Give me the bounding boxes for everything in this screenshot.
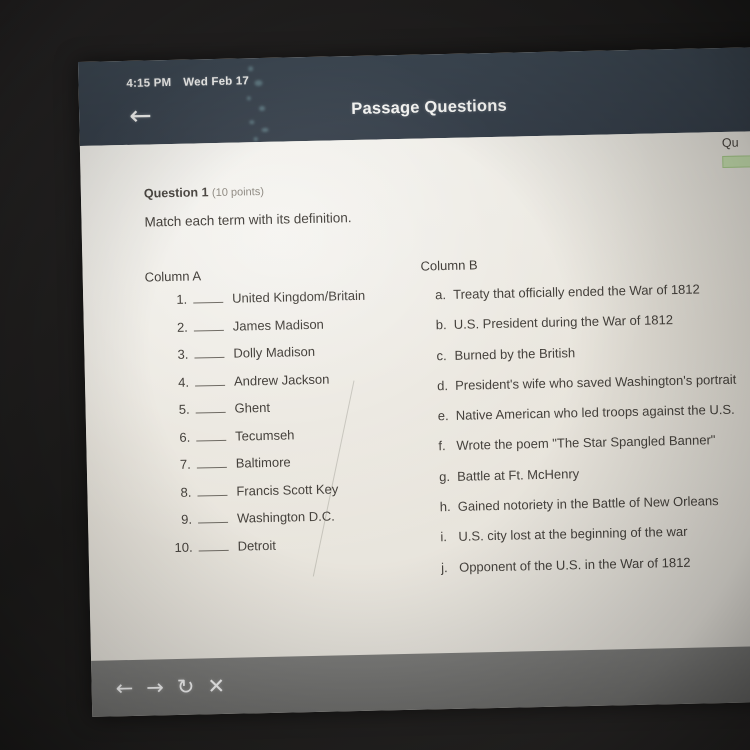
question-points: (10 points) [211,185,265,200]
column-b-item: e. Native American who led troops against… [438,400,750,424]
item-number: 7. [179,456,191,472]
item-definition: Wrote the poem "The Star Spangled Banner… [456,432,716,454]
item-number: 6. [179,429,191,445]
question-document: Question 1 (10 points) Match each term w… [79,130,750,661]
lens-speck [248,66,254,72]
answer-blank[interactable] [194,346,225,359]
column-b-item: h. Gained notoriety in the Battle of New … [440,491,750,515]
item-number: 9. [180,511,193,527]
item-number: 8. [180,484,192,500]
status-date: Wed Feb 17 [183,75,250,89]
device-screen: 4:15 PM Wed Feb 17 ← Passage Questions Q… [78,46,750,717]
item-definition: Battle at Ft. McHenry [456,465,580,484]
column-b-item: i. U.S. city lost at the beginning of the… [440,521,750,545]
answer-blank[interactable] [194,374,226,387]
item-term: Baltimore [235,454,291,471]
column-b-item: d. President's wife who saved Washington'… [437,370,750,394]
item-letter: f. [438,438,446,454]
item-letter: c. [436,347,447,363]
column-b-item: f. Wrote the poem "The Star Spangled Bann… [438,430,750,454]
column-b-item: j. Opponent of the U.S. in the War of 181… [441,552,750,576]
next-question-label: Qu [721,135,739,150]
forward-icon[interactable]: → [146,675,164,699]
item-term: Andrew Jackson [233,371,330,389]
item-definition: Burned by the British [454,344,576,363]
item-term: United Kingdom/Britain [232,287,366,306]
status-time: 4:15 PM [126,76,172,90]
item-letter: a. [434,287,447,303]
column-b-list: a. Treaty that officially ended the War o… [435,279,750,589]
item-number: 2. [176,319,188,335]
item-number: 4. [177,374,190,390]
column-a-item: 10. Detroit [166,535,402,568]
item-letter: d. [436,377,449,394]
item-term: Detroit [237,537,277,554]
item-term: Tecumseh [235,426,295,444]
column-b-item: a. Treaty that officially ended the War o… [435,279,750,303]
item-definition: Native American who led troops against t… [455,401,735,423]
column-b-item: g. Battle at Ft. McHenry [439,461,750,485]
item-number: 3. [177,346,189,362]
answer-blank[interactable] [198,539,229,551]
lens-speck [253,137,258,142]
column-a-list: 1. United Kingdom/Britain 2. James Madison 3… [161,287,402,567]
answer-blank[interactable] [195,401,226,414]
item-number: 5. [178,401,190,417]
app-bar: 4:15 PM Wed Feb 17 ← Passage Questions [78,46,750,146]
question-header: Question 1 (10 points) [143,184,265,201]
answer-blank[interactable] [193,291,224,304]
column-b-item: b. U.S. President during the War of 1812 [436,309,750,333]
item-term: Ghent [234,399,271,416]
answer-blank[interactable] [197,511,229,524]
status-bar: 4:15 PM Wed Feb 17 [126,75,249,90]
item-letter: e. [437,408,449,424]
lens-speck [261,127,269,133]
item-term: Washington D.C. [236,508,335,526]
item-term: Francis Scott Key [236,480,339,499]
item-term: James Madison [232,316,324,334]
back-icon[interactable]: ← [115,675,133,699]
column-b-heading: Column B [420,257,478,274]
reload-icon[interactable]: ↻ [177,674,195,698]
question-label: Question 1 [143,185,209,201]
item-letter: g. [438,468,451,484]
answer-blank[interactable] [196,429,227,442]
question-prompt: Match each term with its definition. [144,210,352,230]
answer-highlight-field[interactable] [722,154,750,168]
item-letter: b. [435,317,447,333]
column-a-heading: Column A [144,268,202,285]
column-b-item: c. Burned by the British [436,340,750,364]
lens-speck [254,79,263,87]
item-definition: Opponent of the U.S. in the War of 1812 [458,554,691,575]
item-definition: President's wife who saved Washington's … [454,371,737,393]
item-number: 10. [174,539,193,555]
item-term: Dolly Madison [233,343,316,361]
answer-blank[interactable] [193,319,224,332]
item-letter: j. [440,559,448,575]
item-definition: Treaty that officially ended the War of … [452,281,700,302]
photographed-screen: 4:15 PM Wed Feb 17 ← Passage Questions Q… [0,0,750,750]
close-icon[interactable]: ✕ [207,673,225,697]
answer-blank[interactable] [197,484,228,496]
item-number: 1. [176,291,188,307]
answer-blank[interactable] [196,456,227,469]
page-title: Passage Questions [351,96,508,119]
item-definition: Gained notoriety in the Battle of New Or… [457,493,719,514]
item-letter: h. [439,498,451,515]
item-definition: U.S. President during the War of 1812 [453,312,674,333]
next-question-panel: Qu [722,134,750,168]
item-letter: i. [440,529,448,545]
lens-speck [246,96,251,101]
item-definition: U.S. city lost at the beginning of the w… [458,524,688,545]
